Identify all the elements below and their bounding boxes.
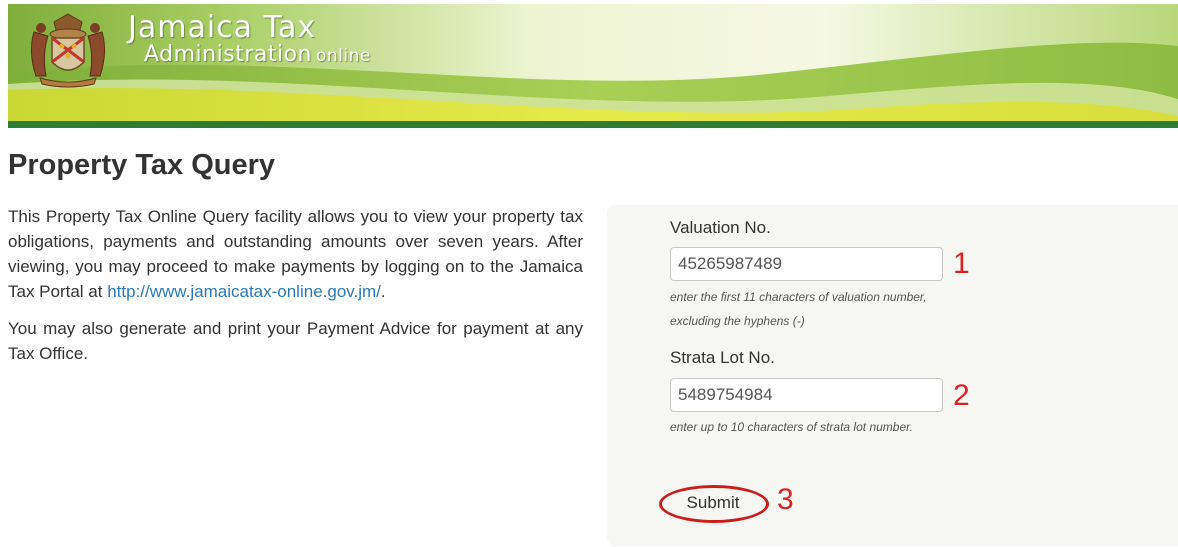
intro-period: . bbox=[380, 282, 386, 301]
intro-paragraph-1: This Property Tax Online Query facility … bbox=[8, 204, 583, 304]
site-subtitle-main: Administration bbox=[144, 42, 312, 67]
intro-paragraph-2: You may also generate and print your Pay… bbox=[8, 319, 583, 363]
strata-label: Strata Lot No. bbox=[670, 348, 775, 367]
annotation-step-1: 1 bbox=[953, 247, 970, 280]
site-subtitle: Administration online bbox=[144, 42, 371, 67]
strata-hint: enter up to 10 characters of strata lot … bbox=[670, 420, 914, 434]
annotation-step-3: 3 bbox=[777, 483, 794, 516]
intro-section: This Property Tax Online Query facility … bbox=[8, 204, 583, 378]
valuation-hint-line-1: enter the first 11 characters of valuati… bbox=[670, 290, 927, 304]
page-title: Property Tax Query bbox=[8, 149, 276, 181]
query-form-panel: Valuation No. 1 enter the first 11 chara… bbox=[607, 205, 1178, 546]
annotation-step-2: 2 bbox=[953, 379, 970, 412]
coat-of-arms-icon bbox=[18, 8, 118, 88]
strata-lot-input[interactable] bbox=[670, 378, 943, 412]
header-banner: Jamaica Tax Administration online bbox=[8, 4, 1178, 128]
site-subtitle-online: online bbox=[315, 46, 371, 66]
submit-area: Submit bbox=[659, 485, 769, 523]
portal-link[interactable]: http://www.jamaicatax-online.gov.jm/ bbox=[107, 282, 381, 301]
valuation-number-input[interactable] bbox=[670, 247, 943, 281]
site-title: Jamaica Tax bbox=[128, 10, 317, 45]
submit-button[interactable]: Submit bbox=[673, 490, 753, 516]
valuation-hint-line-2: excluding the hyphens (-) bbox=[670, 314, 805, 328]
valuation-label: Valuation No. bbox=[670, 218, 771, 237]
